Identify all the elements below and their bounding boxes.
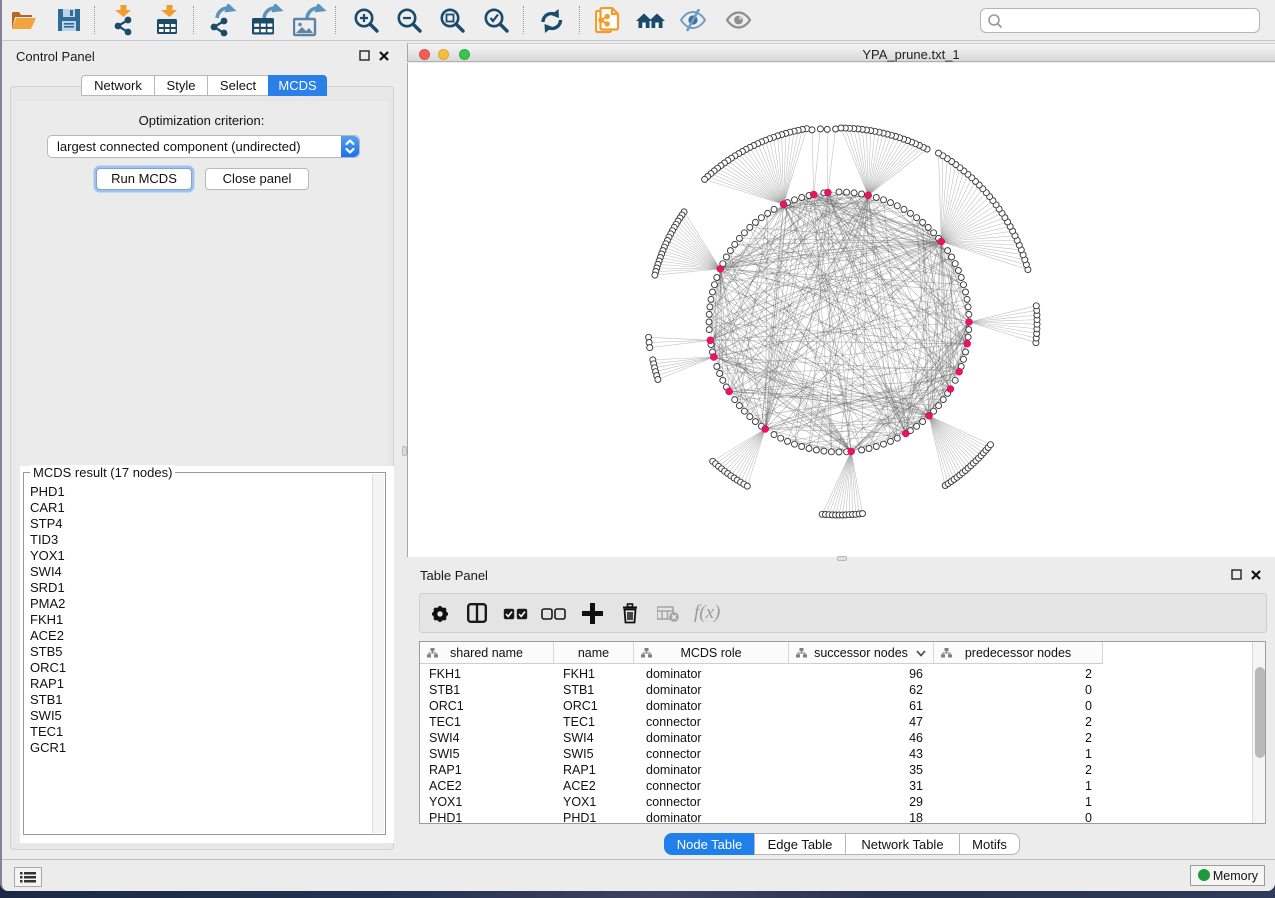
svg-text:f(x): f(x) — [694, 602, 720, 623]
